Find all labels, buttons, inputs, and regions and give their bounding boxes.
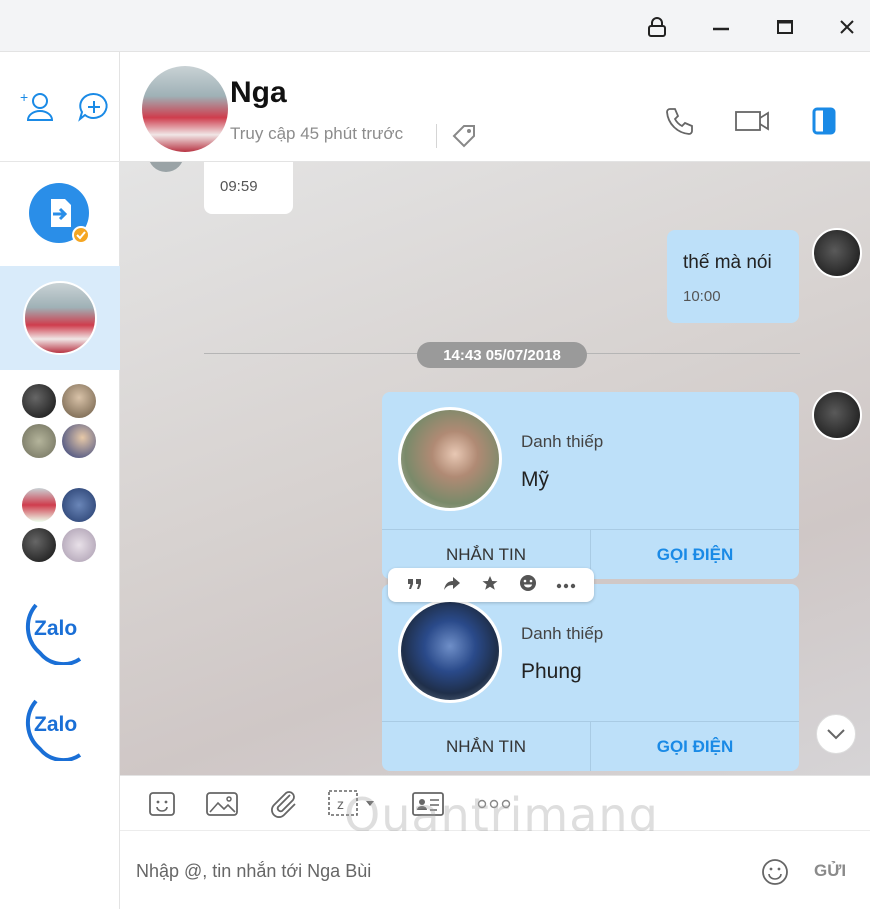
group-avatar [22,488,98,564]
sidebar-item-nga[interactable] [0,266,120,370]
emoji-icon[interactable] [760,857,790,887]
lock-icon[interactable] [640,10,674,44]
svg-text:Zalo: Zalo [34,617,77,640]
contact-avatar[interactable] [142,66,228,152]
message-actions-bar [388,568,594,602]
contact-name[interactable]: Nga [230,76,287,110]
contact-status: Truy cập 45 phút trước [230,124,403,144]
zalo-logo-icon: Zalo [25,699,82,761]
toggle-info-panel-icon[interactable] [810,106,840,136]
avatar [23,281,97,355]
zalo-logo-icon: Zalo [25,603,82,665]
divider [436,124,437,148]
title-bar [0,0,870,52]
more-options-icon[interactable] [556,576,576,594]
self-avatar [812,228,862,278]
image-icon[interactable] [204,788,240,820]
contact-card[interactable]: Danh thiếp Mỹ NHẮN TIN GỌI ĐIỆN [382,392,799,579]
date-separator: 14:43 05/07/2018 [417,342,587,368]
chevron-down-icon [827,729,845,740]
last-seen-text: Truy cập 45 phút trước [230,124,404,143]
video-call-icon[interactable] [732,104,772,138]
svg-text:+: + [20,89,28,105]
message-input[interactable] [136,853,736,889]
call-button[interactable]: GỌI ĐIỆN [591,722,799,771]
message-text: thế mà nói [683,252,772,273]
close-icon[interactable] [830,10,864,44]
add-friend-icon[interactable]: + [18,88,58,128]
scroll-to-bottom-button[interactable] [816,714,856,754]
message-button[interactable]: NHẮN TIN [382,722,591,771]
chat-header: Nga Truy cập 45 phút trước [120,52,870,162]
composer: GỬI [120,831,870,909]
card-actions: NHẮN TIN GỌI ĐIỆN [382,721,799,771]
maximize-icon[interactable] [768,10,802,44]
message-time: 10:00 [683,288,721,305]
forward-icon[interactable] [443,575,461,596]
sidebar-item-group-1[interactable] [0,370,120,474]
sidebar-item-zalo-1[interactable]: Zalo [0,578,120,682]
card-label: Danh thiếp [521,432,604,451]
message-time: 09:59 [220,178,258,195]
quote-icon[interactable] [406,575,424,596]
group-avatar [22,384,98,460]
tag-icon[interactable] [450,122,478,150]
avatar [148,162,184,172]
star-icon[interactable] [481,575,499,596]
sidebar-actions: + [0,52,120,162]
contact-card[interactable]: Danh thiếp Phung NHẮN TIN GỌI ĐIỆN [382,584,799,771]
new-group-chat-icon[interactable] [74,88,114,128]
file-transfer-icon [29,183,90,244]
card-contact-name: Phung [521,660,582,683]
minimize-icon[interactable] [704,10,738,44]
emoji-reaction-icon[interactable] [519,574,537,597]
conversation-sidebar: + Zalo Zalo [0,52,120,909]
incoming-message[interactable]: 09:59 [204,162,293,214]
self-avatar [812,390,862,440]
attachment-icon[interactable] [266,788,302,820]
contact-card-avatar [398,599,502,703]
svg-text:z: z [337,796,344,812]
sticker-icon[interactable] [144,788,180,820]
card-contact-name: Mỹ [521,468,549,491]
sidebar-item-group-2[interactable] [0,474,120,578]
call-button[interactable]: GỌI ĐIỆN [591,530,799,579]
send-button[interactable]: GỬI [814,861,846,881]
sidebar-item-file-transfer[interactable] [0,162,120,266]
card-label: Danh thiếp [521,624,604,643]
outgoing-message[interactable]: thế mà nói 10:00 [667,230,799,323]
message-list[interactable]: 09:59 thế mà nói 10:00 14:43 05/07/2018 … [120,162,870,775]
svg-text:Zalo: Zalo [34,713,77,736]
contact-card-avatar [398,407,502,511]
sidebar-item-zalo-2[interactable]: Zalo [0,674,120,778]
phone-call-icon[interactable] [662,104,696,138]
